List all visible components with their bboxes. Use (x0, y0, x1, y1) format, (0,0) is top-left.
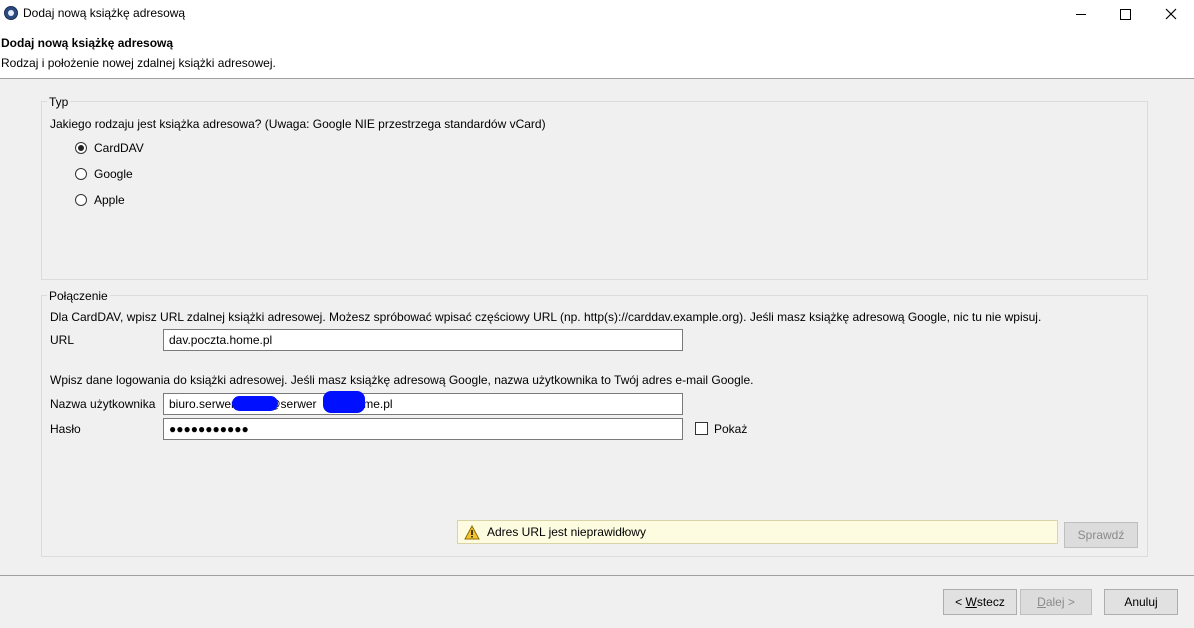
back-button-rest: stecz (976, 595, 1005, 609)
minimize-icon (1076, 13, 1086, 15)
minimize-button[interactable] (1058, 0, 1104, 26)
connection-group-legend: Połączenie (47, 289, 110, 303)
cancel-button[interactable]: Anuluj (1104, 589, 1178, 615)
radio-carddav[interactable] (75, 142, 87, 154)
maximize-icon (1119, 8, 1131, 20)
url-input[interactable] (163, 329, 683, 351)
password-label: Hasło (50, 422, 81, 436)
radio-google-label[interactable]: Google (94, 167, 133, 181)
next-button[interactable]: Dalej > (1020, 589, 1092, 615)
page-subtitle: Rodzaj i położenie nowej zdalnej książki… (1, 56, 276, 70)
radio-apple-label[interactable]: Apple (94, 193, 125, 207)
warning-bar: Adres URL jest nieprawidłowy (457, 520, 1058, 544)
redaction-mark (232, 396, 278, 411)
back-button-prefix: < (955, 595, 966, 609)
password-input[interactable] (163, 418, 683, 440)
login-info: Wpisz dane logowania do książki adresowe… (50, 373, 754, 387)
footer-divider (0, 575, 1194, 576)
window-title: Dodaj nową książkę adresową (23, 6, 186, 20)
title-bar: Dodaj nową książkę adresową (0, 0, 1194, 26)
back-button-mnemonic: W (965, 595, 977, 609)
username-label: Nazwa użytkownika (50, 397, 156, 411)
radio-carddav-label[interactable]: CardDAV (94, 141, 144, 155)
close-icon (1165, 8, 1177, 20)
next-button-mnemonic: D (1037, 595, 1046, 609)
show-password-checkbox[interactable] (695, 422, 708, 435)
thunderbird-app-icon (4, 6, 18, 20)
maximize-button[interactable] (1102, 0, 1148, 26)
wizard-header: Dodaj nową książkę adresową Rodzaj i poł… (0, 26, 1194, 79)
show-password-label[interactable]: Pokaż (714, 422, 747, 436)
check-button[interactable]: Sprawdź (1064, 522, 1138, 548)
close-button[interactable] (1148, 0, 1194, 26)
back-button[interactable]: < Wstecz (943, 589, 1017, 615)
warning-icon (464, 525, 480, 540)
type-group-legend: Typ (47, 95, 71, 109)
page-title: Dodaj nową książkę adresową (1, 36, 174, 50)
connection-info: Dla CardDAV, wpisz URL zdalnej książki a… (50, 310, 1042, 324)
radio-google[interactable] (75, 168, 87, 180)
redaction-mark (323, 391, 365, 413)
type-question: Jakiego rodzaju jest książka adresowa? (… (50, 117, 546, 131)
url-label: URL (50, 333, 75, 347)
radio-apple[interactable] (75, 194, 87, 206)
warning-text: Adres URL jest nieprawidłowy (487, 525, 646, 539)
next-button-rest: alej > (1045, 595, 1075, 609)
